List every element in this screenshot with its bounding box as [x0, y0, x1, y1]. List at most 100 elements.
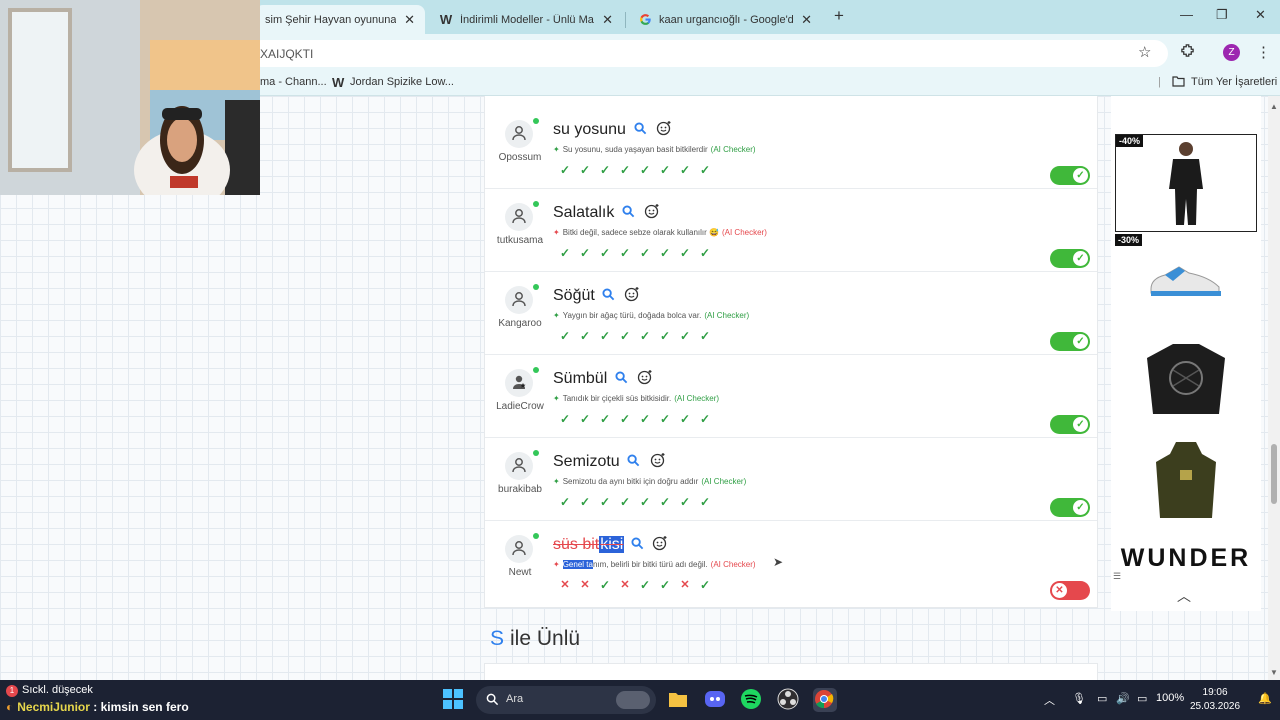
- new-tab-icon[interactable]: +: [830, 7, 848, 25]
- ad-product-jacket[interactable]: -40%: [1115, 134, 1257, 232]
- search-icon[interactable]: [622, 205, 635, 223]
- close-window-icon[interactable]: ✕: [1255, 7, 1266, 23]
- check-icon: ✓: [1073, 334, 1088, 349]
- ai-note: ✦ Bitki değil, sadece sebze olarak kullan…: [553, 228, 767, 237]
- taskbar-search-input[interactable]: Ara: [476, 686, 656, 714]
- bookmark-item[interactable]: ma - Chann...: [260, 76, 327, 88]
- search-icon[interactable]: [631, 537, 644, 555]
- address-text: XAIJQKTI: [260, 47, 314, 61]
- vote-check-icon: ✓: [679, 329, 691, 343]
- ad-product-sweater[interactable]: [1115, 334, 1257, 426]
- ad-product-hoodie[interactable]: [1115, 434, 1257, 528]
- ai-note-text: Bitki değil, sadece sebze olarak kullanı…: [562, 228, 719, 237]
- spotify-icon[interactable]: [740, 688, 764, 712]
- valid-toggle[interactable]: ✓: [1050, 332, 1090, 351]
- ad-brand-logo[interactable]: WUNDER: [1111, 544, 1261, 573]
- profile-avatar[interactable]: Z: [1223, 44, 1240, 61]
- ai-note: ✦ Genel tanım, belirli bir bitki türü adı…: [553, 560, 756, 569]
- search-icon[interactable]: [615, 371, 628, 389]
- valid-toggle[interactable]: ✓: [1050, 415, 1090, 434]
- valid-toggle[interactable]: ✓: [1050, 498, 1090, 517]
- valid-toggle[interactable]: ✓: [1050, 166, 1090, 185]
- ad-product-sneaker[interactable]: -30%: [1115, 234, 1257, 328]
- vote-check-icon: ✓: [619, 329, 631, 343]
- check-icon: ✓: [1073, 168, 1088, 183]
- answer-word-part: süs bit: [553, 536, 600, 553]
- valid-toggle[interactable]: ✓: [1050, 249, 1090, 268]
- ai-checker-label: (AI Checker): [701, 477, 747, 486]
- emoji-react-icon[interactable]: [650, 452, 666, 473]
- address-input[interactable]: XAIJQKTI: [248, 40, 1168, 67]
- ai-checker-label: (AI Checker): [721, 228, 767, 237]
- file-explorer-icon[interactable]: [667, 688, 691, 712]
- section-title: Sile Ünlü: [490, 627, 580, 651]
- discord-icon[interactable]: [704, 688, 728, 712]
- vote-check-icon: ✓: [659, 163, 671, 177]
- bookmark-star-icon[interactable]: ☆: [1138, 43, 1151, 61]
- vote-check-icon: ✓: [659, 578, 671, 592]
- battery-icon[interactable]: ▭: [1137, 692, 1147, 705]
- network-icon[interactable]: ▭: [1097, 692, 1107, 705]
- avatar: [505, 369, 533, 397]
- streamer-webcam-image: [0, 0, 260, 195]
- vote-check-icon: ✓: [619, 495, 631, 509]
- vote-check-icon: ✓: [639, 412, 651, 426]
- chevron-up-icon[interactable]: ︿: [1177, 586, 1191, 606]
- answer-word: süs bitkisi: [553, 536, 625, 554]
- chat-user-icon: ◐: [6, 700, 14, 714]
- ai-note-text: nım, belirli bir bitki türü adı değil.: [592, 560, 708, 569]
- tab-google[interactable]: kaan urgancıoğlı - Google'da A ✕: [627, 5, 822, 34]
- volume-icon[interactable]: 🔊: [1116, 692, 1130, 705]
- emoji-react-icon[interactable]: [656, 120, 672, 141]
- close-tab-icon[interactable]: ✕: [404, 12, 415, 28]
- vote-list: ✓ ✓ ✓ ✓ ✓ ✓ ✓ ✓: [555, 329, 715, 343]
- scroll-down-icon[interactable]: ▼: [1270, 668, 1278, 677]
- vote-check-icon: ✓: [639, 495, 651, 509]
- scroll-thumb[interactable]: [1271, 444, 1277, 504]
- chrome-icon[interactable]: [813, 688, 837, 712]
- vote-check-icon: ✓: [679, 246, 691, 260]
- valid-toggle[interactable]: ✕: [1050, 581, 1090, 600]
- vote-check-icon: ✓: [679, 163, 691, 177]
- search-icon[interactable]: [634, 122, 647, 140]
- close-tab-icon[interactable]: ✕: [801, 12, 812, 28]
- scroll-up-icon[interactable]: ▲: [1270, 102, 1278, 111]
- page-scrollbar[interactable]: ▲ ▼: [1268, 96, 1280, 680]
- vote-x-icon: ✕: [620, 579, 630, 591]
- menu-kebab-icon[interactable]: ⋮: [1256, 43, 1271, 61]
- emoji-react-icon[interactable]: [624, 286, 640, 307]
- next-answers-card: [484, 663, 1098, 680]
- chevron-up-icon[interactable]: ︿: [1044, 692, 1055, 708]
- microphone-icon[interactable]: 🎙: [1072, 692, 1086, 705]
- check-icon: ✓: [1073, 417, 1088, 432]
- tab-game[interactable]: sim Şehir Hayvan oyununa kat ✕: [255, 5, 425, 34]
- search-icon[interactable]: [627, 454, 640, 472]
- close-tab-icon[interactable]: ✕: [602, 12, 613, 28]
- sweater-image: [1147, 344, 1225, 414]
- ai-checker-label: (AI Checker): [674, 394, 720, 403]
- restore-icon[interactable]: ❐: [1216, 7, 1228, 23]
- emoji-react-icon[interactable]: [644, 203, 660, 224]
- tab-indirimli[interactable]: W İndirimli Modeller - Ünlü Marka ✕: [428, 5, 623, 34]
- emoji-react-icon[interactable]: [652, 535, 668, 556]
- search-icon[interactable]: [602, 288, 615, 306]
- answer-row: Opossum su yosunu ✦ Su yosunu, suda yaşay…: [485, 106, 1097, 189]
- notification-badge: 1: [6, 685, 18, 697]
- vote-check-icon: ✓: [559, 412, 571, 426]
- all-bookmarks-link[interactable]: Tüm Yer İşaretleri: [1191, 76, 1277, 88]
- extensions-icon[interactable]: [1180, 43, 1195, 62]
- bookmark-item[interactable]: Jordan Spizike Low...: [350, 76, 454, 88]
- windows-start-icon[interactable]: [442, 688, 466, 712]
- notification-bell-icon[interactable]: 🔔: [1258, 692, 1272, 705]
- chat-notification-title: 1 Sıckl. düşecek: [6, 684, 93, 697]
- w-logo-icon: W: [332, 75, 345, 90]
- emoji-react-icon[interactable]: [637, 369, 653, 390]
- vote-x-icon: ✕: [680, 579, 690, 591]
- minimize-icon[interactable]: —: [1180, 7, 1193, 22]
- vote-check-icon: ✓: [559, 495, 571, 509]
- vote-check-icon: ✓: [599, 163, 611, 177]
- obs-icon[interactable]: [777, 688, 801, 712]
- taskbar-clock[interactable]: 19:06 25.03.2026: [1190, 686, 1240, 714]
- vote-check-icon: ✓: [559, 329, 571, 343]
- vote-list: ✓ ✓ ✓ ✓ ✓ ✓ ✓ ✓: [555, 495, 715, 509]
